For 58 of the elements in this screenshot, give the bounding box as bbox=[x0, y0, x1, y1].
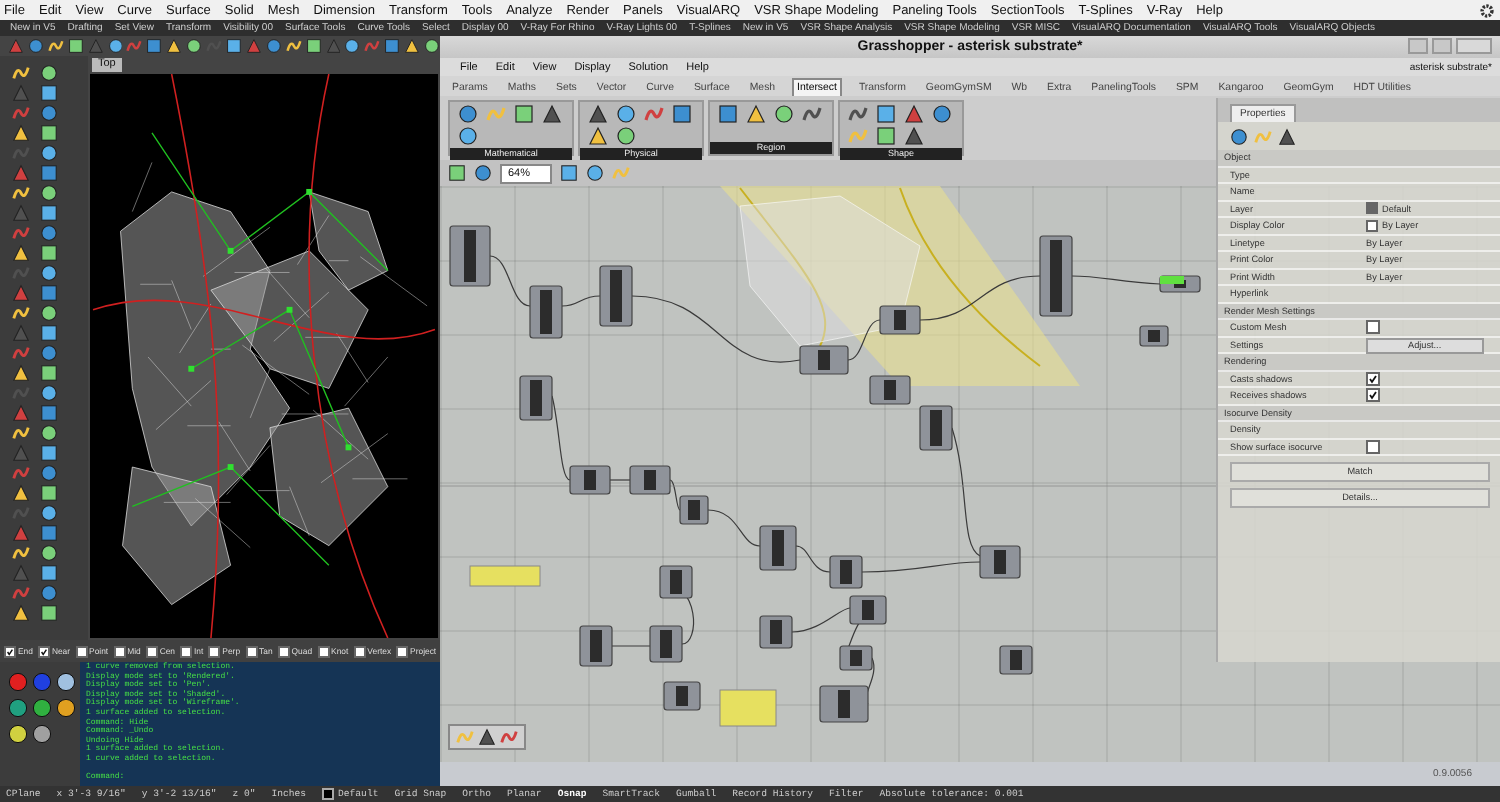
connection-wire bbox=[669, 479, 681, 511]
component-node[interactable] bbox=[979, 545, 1021, 579]
component-node[interactable] bbox=[569, 465, 611, 495]
connection-wire bbox=[609, 479, 631, 481]
component-node[interactable] bbox=[629, 465, 671, 495]
tool-icon[interactable] bbox=[32, 724, 52, 744]
panel-node[interactable] bbox=[719, 689, 777, 727]
checkbox[interactable] bbox=[1366, 320, 1380, 335]
connection-wire bbox=[611, 645, 651, 647]
connection-wire bbox=[551, 395, 571, 481]
component-node[interactable] bbox=[879, 305, 921, 335]
osnap-checkbox[interactable] bbox=[277, 645, 290, 657]
component-node[interactable] bbox=[999, 645, 1033, 675]
component-node[interactable] bbox=[1160, 276, 1184, 284]
connection-wire bbox=[1071, 275, 1161, 285]
connection-wire bbox=[561, 295, 601, 307]
component-node[interactable] bbox=[529, 285, 563, 339]
osnap-checkbox[interactable] bbox=[4, 645, 16, 657]
osnap-checkbox[interactable] bbox=[245, 645, 258, 657]
osnap-checkbox[interactable] bbox=[180, 645, 193, 657]
component-node[interactable] bbox=[759, 525, 797, 571]
settings-icon[interactable] bbox=[1480, 3, 1494, 17]
osnap-checkbox[interactable] bbox=[145, 645, 158, 657]
color-swatch bbox=[1366, 202, 1378, 215]
panel-node[interactable] bbox=[469, 565, 541, 587]
component-node[interactable] bbox=[919, 405, 953, 451]
component-node[interactable] bbox=[519, 375, 553, 421]
component-node[interactable] bbox=[649, 625, 683, 663]
osnap-checkbox[interactable] bbox=[113, 645, 126, 657]
component-node[interactable] bbox=[1039, 235, 1073, 317]
component-node[interactable] bbox=[819, 685, 869, 723]
osnap-checkbox[interactable] bbox=[75, 645, 88, 657]
checkbox[interactable] bbox=[1366, 388, 1380, 403]
osnap-checkbox[interactable] bbox=[317, 645, 330, 657]
connection-wire bbox=[489, 255, 531, 307]
component-node[interactable] bbox=[759, 615, 793, 649]
connection-wire bbox=[707, 509, 761, 547]
component-node[interactable] bbox=[1139, 325, 1169, 347]
connection-wire bbox=[861, 561, 981, 573]
component-node[interactable] bbox=[839, 645, 873, 671]
component-node[interactable] bbox=[799, 345, 849, 375]
connection-wire bbox=[795, 545, 831, 573]
connection-wire bbox=[847, 319, 881, 361]
component-node[interactable] bbox=[599, 265, 633, 327]
osnap-checkbox[interactable] bbox=[353, 645, 366, 657]
component-node[interactable] bbox=[869, 375, 911, 405]
component-node[interactable] bbox=[663, 681, 701, 711]
connection-wire bbox=[951, 427, 981, 557]
osnap-checkbox[interactable] bbox=[396, 645, 409, 657]
component-node[interactable] bbox=[679, 495, 709, 525]
osnap-checkbox[interactable] bbox=[37, 645, 50, 657]
osnap-checkbox[interactable] bbox=[208, 645, 221, 657]
component-node[interactable] bbox=[449, 225, 491, 287]
component-node[interactable] bbox=[849, 595, 887, 625]
component-node[interactable] bbox=[659, 565, 693, 599]
component-node[interactable] bbox=[579, 625, 613, 667]
connection-wire bbox=[919, 275, 1041, 321]
component-node[interactable] bbox=[829, 555, 863, 589]
